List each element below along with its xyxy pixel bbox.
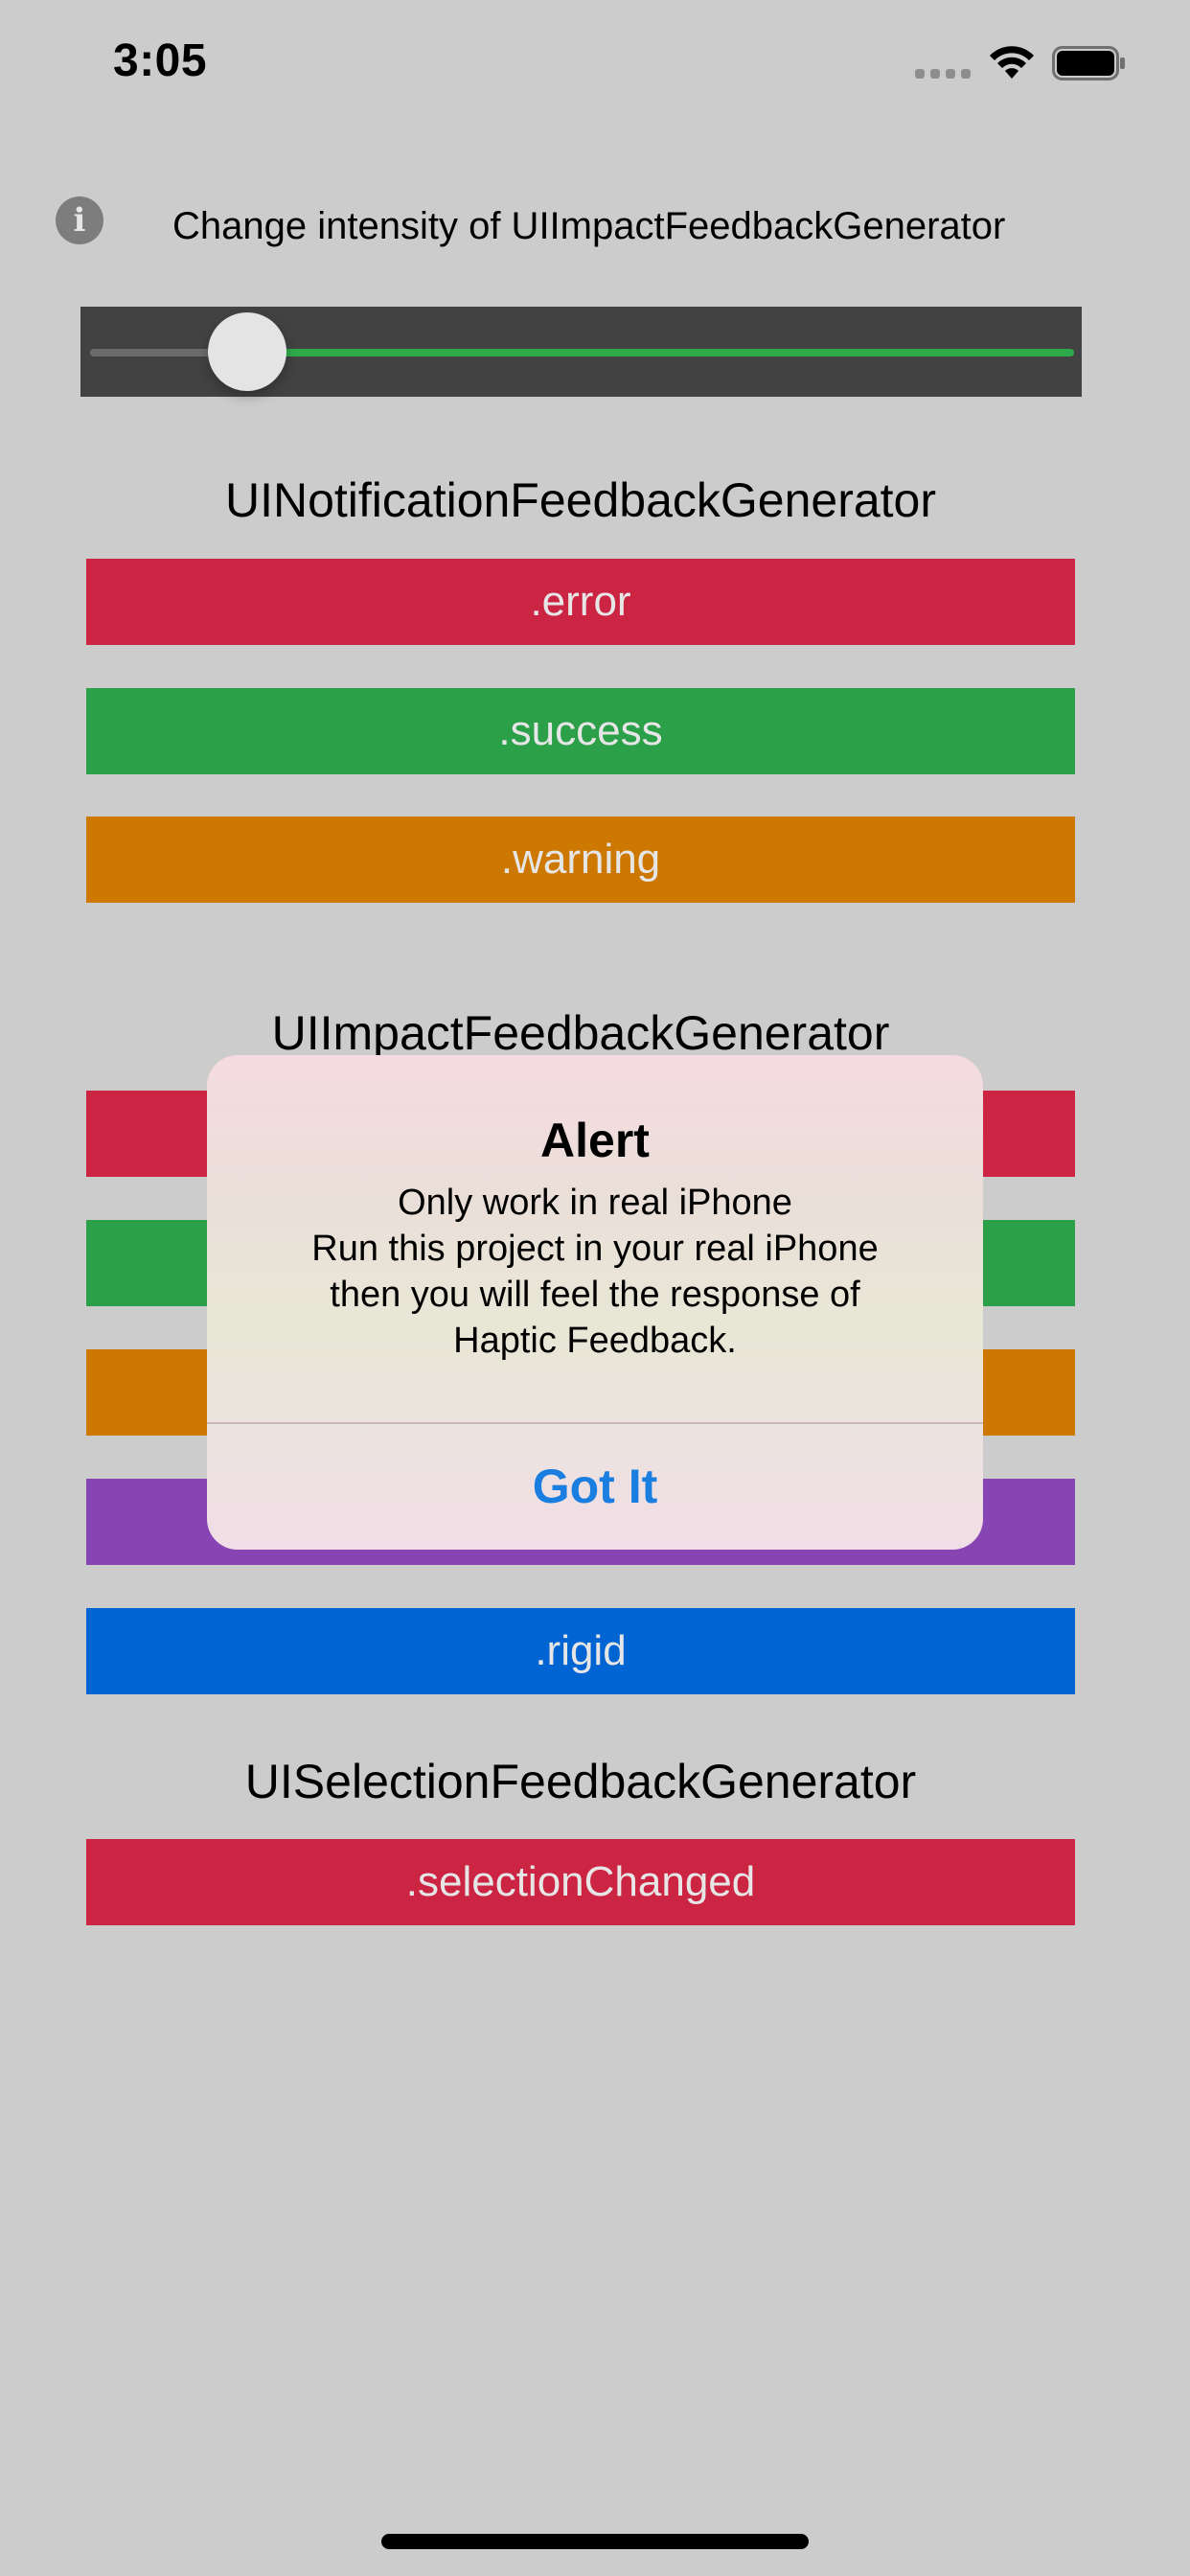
got-it-button[interactable]: Got It [207, 1424, 983, 1550]
selection-changed-button[interactable]: .selectionChanged [86, 1839, 1075, 1925]
info-icon[interactable]: i [56, 196, 103, 244]
alert-message-line: then you will feel the response of [330, 1275, 860, 1315]
screen: 3:05 i Change intensity of UIImpactFeedb… [0, 0, 1190, 2576]
alert-message-line: Run this project in your real iPhone [311, 1229, 879, 1269]
slider-thumb[interactable] [207, 312, 286, 391]
alert-title: Alert [540, 1114, 650, 1167]
selection-section-title: UISelectionFeedbackGenerator [244, 1755, 917, 1808]
home-indicator[interactable] [381, 2534, 809, 2549]
battery-icon [1052, 46, 1125, 80]
slider-track-max [246, 349, 1074, 356]
error-button[interactable]: .error [86, 559, 1075, 645]
warning-button[interactable]: .warning [86, 816, 1075, 903]
intensity-label: Change intensity of UIImpactFeedbackGene… [172, 205, 1006, 247]
alert-message-line: Only work in real iPhone [398, 1183, 792, 1223]
alert-message: Only work in real iPhone Run this projec… [236, 1180, 954, 1364]
status-time: 3:05 [113, 35, 208, 86]
alert-message-line: Haptic Feedback. [453, 1321, 737, 1361]
alert-dialog: Alert Only work in real iPhone Run this … [207, 1055, 983, 1550]
notification-section-title: UINotificationFeedbackGenerator [224, 473, 937, 527]
intensity-slider[interactable] [80, 307, 1082, 397]
success-button[interactable]: .success [86, 688, 1075, 774]
rigid-button[interactable]: .rigid [86, 1608, 1075, 1694]
impact-section-title: UIImpactFeedbackGenerator [271, 1006, 890, 1060]
wifi-icon [990, 46, 1034, 79]
cellular-signal-icon [915, 69, 971, 79]
